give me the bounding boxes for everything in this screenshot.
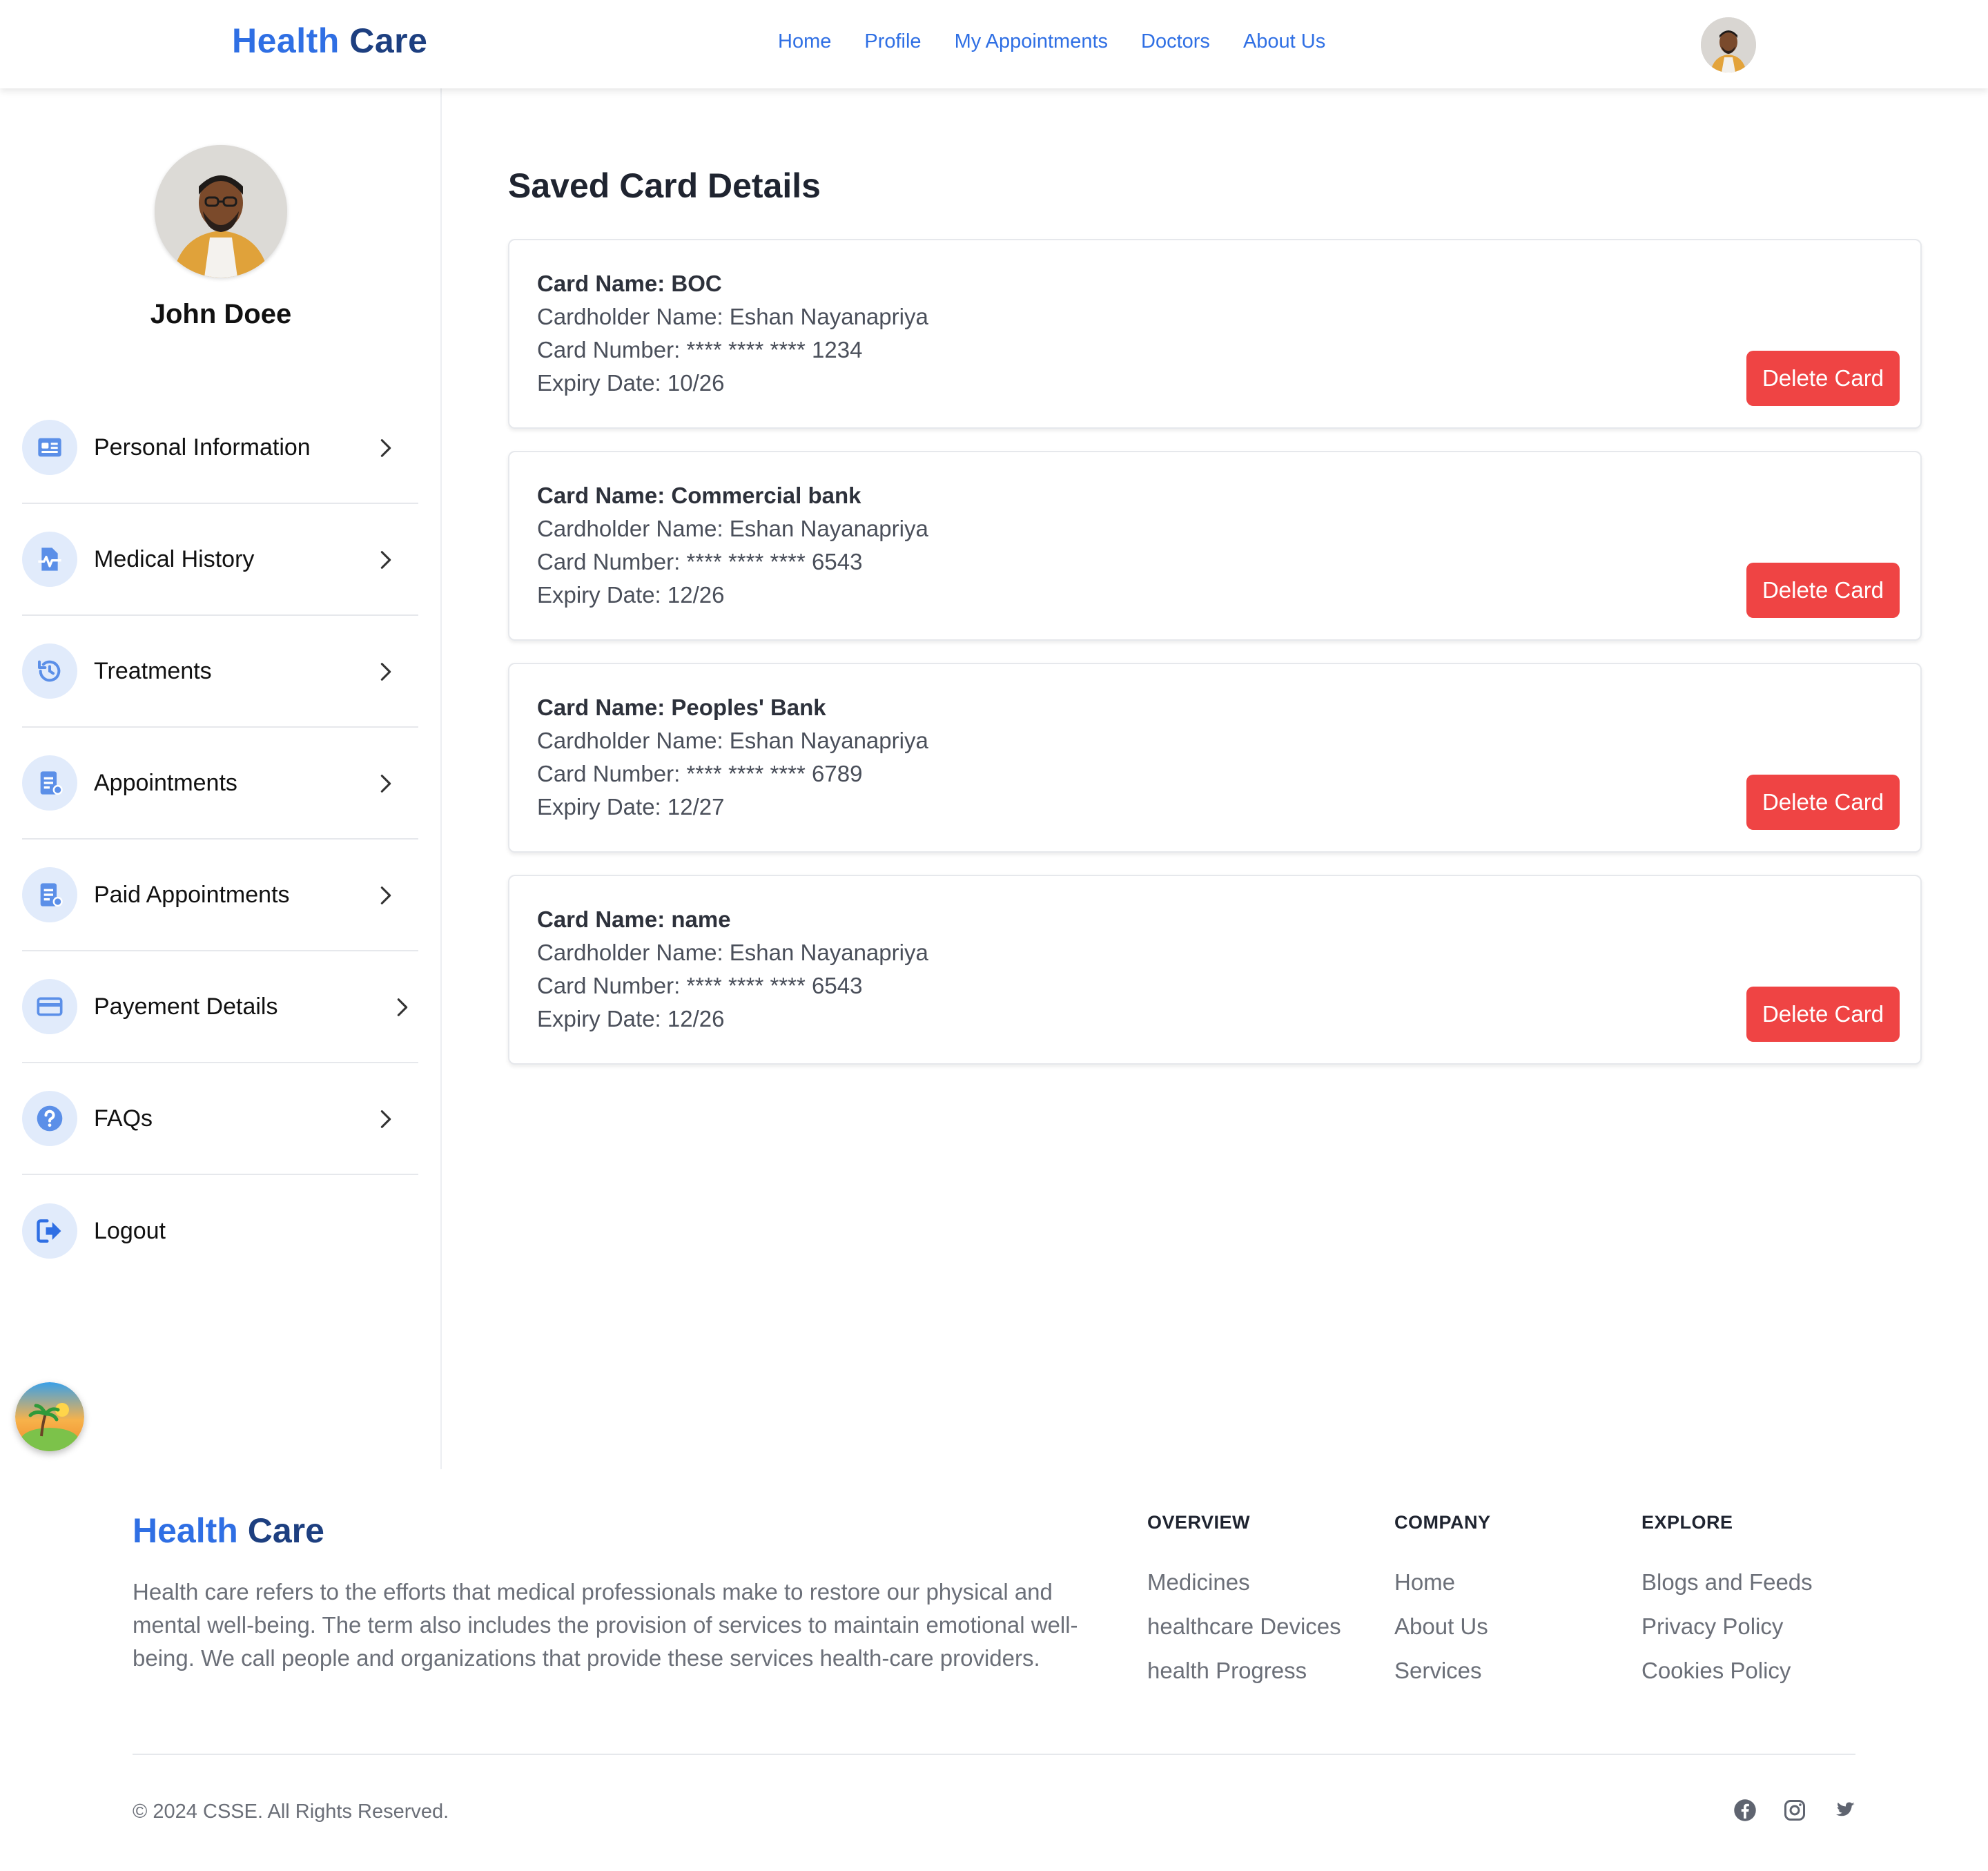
chevron-right-icon bbox=[380, 886, 391, 904]
delete-card-button[interactable]: Delete Card bbox=[1746, 775, 1900, 830]
footer-column-heading: COMPANY bbox=[1394, 1512, 1491, 1533]
delete-card-button[interactable]: Delete Card bbox=[1746, 351, 1900, 406]
saved-card: Card Name: Commercial bank Cardholder Na… bbox=[508, 451, 1922, 641]
cardholder-name: Cardholder Name: Eshan Nayanapriya bbox=[537, 304, 928, 329]
sidebar-item-faqs[interactable]: FAQs bbox=[22, 1063, 418, 1175]
cardholder-name: Cardholder Name: Eshan Nayanapriya bbox=[537, 516, 928, 541]
chevron-right-icon bbox=[397, 998, 408, 1016]
expiry-date: Expiry Date: 12/26 bbox=[537, 1006, 725, 1031]
card-name: Card Name: name bbox=[537, 907, 731, 932]
history-clock-icon bbox=[22, 643, 77, 699]
sidebar-item-label: Paid Appointments bbox=[94, 881, 290, 908]
footer-column-company: COMPANY Home About Us Services bbox=[1394, 1512, 1491, 1702]
footer-brand-part2: Care bbox=[247, 1511, 324, 1550]
card-name: Card Name: BOC bbox=[537, 271, 722, 296]
saved-card: Card Name: Peoples' Bank Cardholder Name… bbox=[508, 663, 1922, 853]
social-links bbox=[1733, 1798, 1857, 1823]
card-name: Card Name: Peoples' Bank bbox=[537, 695, 826, 720]
copyright-text: © 2024 CSSE. All Rights Reserved. bbox=[133, 1801, 449, 1823]
cardholder-name: Cardholder Name: Eshan Nayanapriya bbox=[537, 940, 928, 965]
card-number: Card Number: **** **** **** 6543 bbox=[537, 973, 863, 998]
profile-avatar bbox=[155, 145, 287, 278]
sidebar-item-label: Treatments bbox=[94, 657, 212, 684]
nav-doctors[interactable]: Doctors bbox=[1141, 30, 1210, 53]
chevron-right-icon bbox=[380, 439, 391, 457]
sidebar-item-payement-details[interactable]: Payement Details bbox=[22, 951, 418, 1063]
user-avatar[interactable] bbox=[1701, 17, 1756, 72]
footer-link[interactable]: Medicines bbox=[1147, 1569, 1341, 1613]
sidebar-item-label: Personal Information bbox=[94, 434, 311, 461]
card-number: Card Number: **** **** **** 1234 bbox=[537, 337, 863, 362]
nav-my-appointments[interactable]: My Appointments bbox=[955, 30, 1108, 53]
cardholder-name: Cardholder Name: Eshan Nayanapriya bbox=[537, 728, 928, 753]
sidebar-item-appointments[interactable]: Appointments bbox=[22, 728, 418, 840]
footer-column-overview: OVERVIEW Medicines healthcare Devices he… bbox=[1147, 1512, 1341, 1702]
floating-widget-button[interactable] bbox=[15, 1382, 84, 1451]
card-name: Card Name: Commercial bank bbox=[537, 483, 861, 508]
sidebar-menu: Personal Information Medical History Tre… bbox=[22, 392, 418, 1287]
sidebar: John Doee Personal Information Medical H… bbox=[0, 88, 442, 1469]
profile-name: John Doee bbox=[150, 299, 292, 329]
footer-column-heading: EXPLORE bbox=[1641, 1512, 1733, 1533]
sidebar-item-label: Logout bbox=[94, 1217, 166, 1244]
instagram-icon[interactable] bbox=[1782, 1798, 1807, 1823]
credit-card-icon bbox=[22, 979, 77, 1034]
question-icon bbox=[22, 1091, 77, 1146]
nav-profile[interactable]: Profile bbox=[864, 30, 921, 53]
footer-link[interactable]: About Us bbox=[1394, 1613, 1491, 1658]
footer-description: Health care refers to the efforts that m… bbox=[133, 1579, 1078, 1671]
footer-link[interactable]: healthcare Devices bbox=[1147, 1613, 1341, 1658]
brand-logo[interactable]: Health Care bbox=[232, 21, 427, 61]
nav-home[interactable]: Home bbox=[778, 30, 831, 53]
nav-about-us[interactable]: About Us bbox=[1243, 30, 1325, 53]
footer-link[interactable]: Services bbox=[1394, 1658, 1491, 1702]
card-number: Card Number: **** **** **** 6543 bbox=[537, 549, 863, 574]
appointment-doc-icon bbox=[22, 755, 77, 811]
chevron-right-icon bbox=[380, 775, 391, 793]
main-nav: Home Profile My Appointments Doctors Abo… bbox=[778, 30, 1325, 53]
footer-divider bbox=[133, 1754, 1855, 1755]
card-number: Card Number: **** **** **** 6789 bbox=[537, 761, 863, 786]
sidebar-item-medical-history[interactable]: Medical History bbox=[22, 504, 418, 616]
sidebar-item-personal-information[interactable]: Personal Information bbox=[22, 392, 418, 504]
sidebar-item-logout[interactable]: Logout bbox=[22, 1175, 418, 1287]
top-navbar: Health Care Home Profile My Appointments… bbox=[0, 0, 1988, 88]
chevron-right-icon bbox=[380, 551, 391, 569]
delete-card-button[interactable]: Delete Card bbox=[1746, 563, 1900, 618]
twitter-icon[interactable] bbox=[1832, 1798, 1857, 1823]
expiry-date: Expiry Date: 10/26 bbox=[537, 370, 725, 396]
footer-link[interactable]: Cookies Policy bbox=[1641, 1658, 1813, 1702]
saved-card: Card Name: BOC Cardholder Name: Eshan Na… bbox=[508, 239, 1922, 429]
facebook-icon[interactable] bbox=[1733, 1798, 1757, 1823]
footer-link[interactable]: Privacy Policy bbox=[1641, 1613, 1813, 1658]
footer-column-explore: EXPLORE Blogs and Feeds Privacy Policy C… bbox=[1641, 1512, 1813, 1702]
brand-part1: Health bbox=[232, 21, 340, 60]
logout-icon bbox=[22, 1203, 77, 1259]
sidebar-item-label: Appointments bbox=[94, 769, 237, 796]
expiry-date: Expiry Date: 12/26 bbox=[537, 582, 725, 608]
delete-card-button[interactable]: Delete Card bbox=[1746, 987, 1900, 1042]
footer-brand-part1: Health bbox=[133, 1511, 238, 1550]
sidebar-item-treatments[interactable]: Treatments bbox=[22, 616, 418, 728]
brand-part2: Care bbox=[349, 21, 428, 60]
footer-column-heading: OVERVIEW bbox=[1147, 1512, 1251, 1533]
footer-link[interactable]: health Progress bbox=[1147, 1658, 1341, 1702]
saved-card: Card Name: name Cardholder Name: Eshan N… bbox=[508, 875, 1922, 1065]
sidebar-item-label: Payement Details bbox=[94, 993, 278, 1020]
sidebar-item-label: FAQs bbox=[94, 1105, 153, 1132]
footer-link[interactable]: Blogs and Feeds bbox=[1641, 1569, 1813, 1613]
page-title: Saved Card Details bbox=[508, 166, 821, 205]
paid-doc-icon bbox=[22, 867, 77, 922]
id-card-icon bbox=[22, 420, 77, 475]
chevron-right-icon bbox=[380, 663, 391, 681]
medical-file-icon bbox=[22, 532, 77, 587]
expiry-date: Expiry Date: 12/27 bbox=[537, 794, 725, 820]
chevron-right-icon bbox=[380, 1110, 391, 1128]
sidebar-item-paid-appointments[interactable]: Paid Appointments bbox=[22, 840, 418, 951]
footer-link[interactable]: Home bbox=[1394, 1569, 1491, 1613]
footer-brand-logo[interactable]: Health Care bbox=[133, 1511, 324, 1551]
sidebar-item-label: Medical History bbox=[94, 545, 255, 572]
